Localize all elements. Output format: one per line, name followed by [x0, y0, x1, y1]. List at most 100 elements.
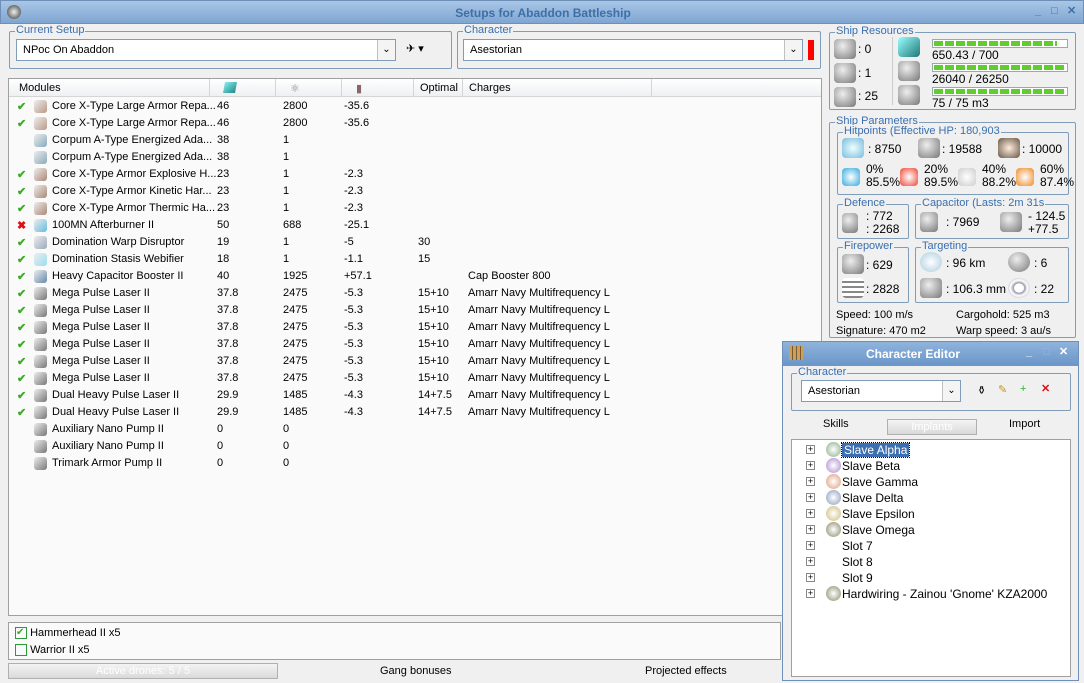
- module-row[interactable]: Corpum A-Type Energized Ada... 38 1: [9, 149, 809, 166]
- powergrid-icon[interactable]: ⚛: [290, 82, 300, 95]
- module-row[interactable]: ✔ Mega Pulse Laser II 37.8 2475 -5.3 15+10 Ama…: [9, 336, 809, 353]
- close-button[interactable]: ✕: [1059, 345, 1068, 358]
- chevron-down-icon[interactable]: ⌄: [784, 40, 802, 60]
- expand-icon[interactable]: +: [806, 541, 815, 550]
- module-row[interactable]: Auxiliary Nano Pump II 0 0: [9, 421, 809, 438]
- module-row[interactable]: ✔ Core X-Type Large Armor Repa... 46 2800 -3…: [9, 115, 809, 132]
- expand-icon[interactable]: +: [806, 493, 815, 502]
- module-row[interactable]: ✔ Mega Pulse Laser II 37.8 2475 -5.3 15+10 Ama…: [9, 302, 809, 319]
- active-check-icon[interactable]: ✔: [17, 168, 26, 181]
- module-icon: [34, 236, 47, 249]
- module-row[interactable]: ✔ Core X-Type Armor Explosive H... 23 1 -2.3: [9, 166, 809, 183]
- active-check-icon[interactable]: ✔: [17, 253, 26, 266]
- module-cpu: 37.8: [217, 338, 239, 350]
- module-optimal: 15+10: [418, 338, 449, 350]
- implant-item[interactable]: + Slave Delta: [792, 490, 1072, 506]
- expand-icon[interactable]: +: [806, 445, 815, 454]
- drone-item[interactable]: Warrior II x5: [15, 644, 90, 657]
- module-row[interactable]: ✔ Heavy Capacitor Booster II 40 1925 +57.1 Ca…: [9, 268, 809, 285]
- delete-character-icon[interactable]: ✕: [1041, 382, 1050, 395]
- active-check-icon[interactable]: ✔: [17, 372, 26, 385]
- module-row[interactable]: ✔ Dual Heavy Pulse Laser II 29.9 1485 -4.3 14…: [9, 387, 809, 404]
- capacitor-icon[interactable]: ▮: [356, 82, 362, 95]
- module-row[interactable]: Corpum A-Type Energized Ada... 38 1: [9, 132, 809, 149]
- module-row[interactable]: ✔ Domination Warp Disruptor 19 1 -5 30: [9, 234, 809, 251]
- close-button[interactable]: ✕: [1067, 4, 1076, 17]
- module-row[interactable]: ✔ Mega Pulse Laser II 37.8 2475 -5.3 15+10 Ama…: [9, 370, 809, 387]
- character-icon[interactable]: ⚱: [977, 384, 986, 397]
- chevron-down-icon[interactable]: ⌄: [942, 381, 960, 401]
- implant-item[interactable]: + Slave Alpha: [792, 442, 1072, 458]
- module-row[interactable]: ✔ Mega Pulse Laser II 37.8 2475 -5.3 15+10 Ama…: [9, 353, 809, 370]
- expand-icon[interactable]: +: [806, 509, 815, 518]
- gang-bonuses-tab[interactable]: Gang bonuses: [380, 665, 452, 677]
- expand-icon[interactable]: +: [806, 477, 815, 486]
- active-check-icon[interactable]: ✔: [17, 406, 26, 419]
- add-character-icon[interactable]: +: [1020, 383, 1026, 395]
- active-check-icon[interactable]: ✔: [17, 185, 26, 198]
- maximize-button[interactable]: □: [1043, 346, 1050, 358]
- drone-checkbox[interactable]: [15, 644, 27, 657]
- tab-import[interactable]: Import: [1009, 418, 1040, 430]
- active-check-icon[interactable]: ✔: [17, 338, 26, 351]
- implant-item[interactable]: + Slave Beta: [792, 458, 1072, 474]
- active-drones-button[interactable]: Active drones: 5 / 5: [8, 663, 278, 679]
- active-check-icon[interactable]: ✔: [17, 202, 26, 215]
- minimize-button[interactable]: _: [1026, 346, 1032, 358]
- edit-character-icon[interactable]: ✎: [998, 383, 1007, 396]
- module-cpu: 18: [217, 253, 230, 265]
- tab-implants[interactable]: Implants: [887, 419, 977, 435]
- module-row[interactable]: ✔ Mega Pulse Laser II 37.8 2475 -5.3 15+10 Ama…: [9, 319, 809, 336]
- chevron-down-icon[interactable]: ⌄: [377, 40, 395, 60]
- skill-status-indicator: [808, 40, 814, 60]
- expand-icon[interactable]: +: [806, 525, 815, 534]
- expand-icon[interactable]: +: [806, 461, 815, 470]
- module-name: Core X-Type Armor Thermic Ha...: [52, 202, 216, 214]
- expand-icon[interactable]: +: [806, 573, 815, 582]
- implant-item[interactable]: + Slot 9: [792, 570, 1072, 586]
- active-check-icon[interactable]: ✔: [17, 236, 26, 249]
- implant-item[interactable]: + Slave Epsilon: [792, 506, 1072, 522]
- active-check-icon[interactable]: ✔: [17, 304, 26, 317]
- ship-menu-button[interactable]: ✈ ▾: [406, 42, 424, 55]
- module-row[interactable]: ✖ 100MN Afterburner II 50 688 -25.1: [9, 217, 809, 234]
- module-row[interactable]: ✔ Core X-Type Large Armor Repa... 46 2800 -3…: [9, 98, 809, 115]
- module-name: Mega Pulse Laser II: [52, 287, 150, 299]
- maximize-button[interactable]: □: [1051, 5, 1058, 17]
- editor-character-select[interactable]: Asestorian ⌄: [801, 380, 961, 402]
- character-select[interactable]: Asestorian ⌄: [463, 39, 803, 61]
- implant-item[interactable]: + Hardwiring - Zainou 'Gnome' KZA2000: [792, 586, 1072, 602]
- active-check-icon[interactable]: ✔: [17, 389, 26, 402]
- module-row[interactable]: Auxiliary Nano Pump II 0 0: [9, 438, 809, 455]
- active-check-icon[interactable]: ✔: [17, 321, 26, 334]
- projected-effects-tab[interactable]: Projected effects: [645, 665, 727, 677]
- implant-item[interactable]: + Slave Omega: [792, 522, 1072, 538]
- implant-item[interactable]: + Slave Gamma: [792, 474, 1072, 490]
- tab-skills[interactable]: Skills: [823, 418, 849, 430]
- minimize-button[interactable]: _: [1035, 5, 1041, 17]
- header-modules[interactable]: Modules: [19, 82, 61, 94]
- drone-item[interactable]: ✔ Hammerhead II x5: [15, 627, 121, 640]
- header-optimal[interactable]: Optimal: [420, 82, 458, 94]
- implant-item[interactable]: + Slot 7: [792, 538, 1072, 554]
- active-check-icon[interactable]: ✔: [17, 287, 26, 300]
- offline-x-icon[interactable]: ✖: [17, 219, 26, 232]
- module-row[interactable]: ✔ Mega Pulse Laser II 37.8 2475 -5.3 15+10 Ama…: [9, 285, 809, 302]
- expand-icon[interactable]: +: [806, 589, 815, 598]
- module-row[interactable]: ✔ Domination Stasis Webifier 18 1 -1.1 15: [9, 251, 809, 268]
- setup-select[interactable]: NPoc On Abaddon ⌄: [16, 39, 396, 61]
- module-row[interactable]: Trimark Armor Pump II 0 0: [9, 455, 809, 472]
- cpu-icon[interactable]: [223, 82, 237, 93]
- expand-icon[interactable]: +: [806, 557, 815, 566]
- active-check-icon[interactable]: ✔: [17, 100, 26, 113]
- active-check-icon[interactable]: ✔: [17, 270, 26, 283]
- module-row[interactable]: ✔ Core X-Type Armor Kinetic Har... 23 1 -2.3: [9, 183, 809, 200]
- active-check-icon[interactable]: ✔: [17, 117, 26, 130]
- module-row[interactable]: ✔ Core X-Type Armor Thermic Ha... 23 1 -2.3: [9, 200, 809, 217]
- module-row[interactable]: ✔ Dual Heavy Pulse Laser II 29.9 1485 -4.3 14…: [9, 404, 809, 421]
- modules-list[interactable]: Modules ⚛ ▮ Optimal Charges ✔ Core X-Type…: [8, 78, 822, 616]
- drone-checkbox[interactable]: ✔: [15, 627, 27, 640]
- implant-item[interactable]: + Slot 8: [792, 554, 1072, 570]
- active-check-icon[interactable]: ✔: [17, 355, 26, 368]
- header-charges[interactable]: Charges: [469, 82, 511, 94]
